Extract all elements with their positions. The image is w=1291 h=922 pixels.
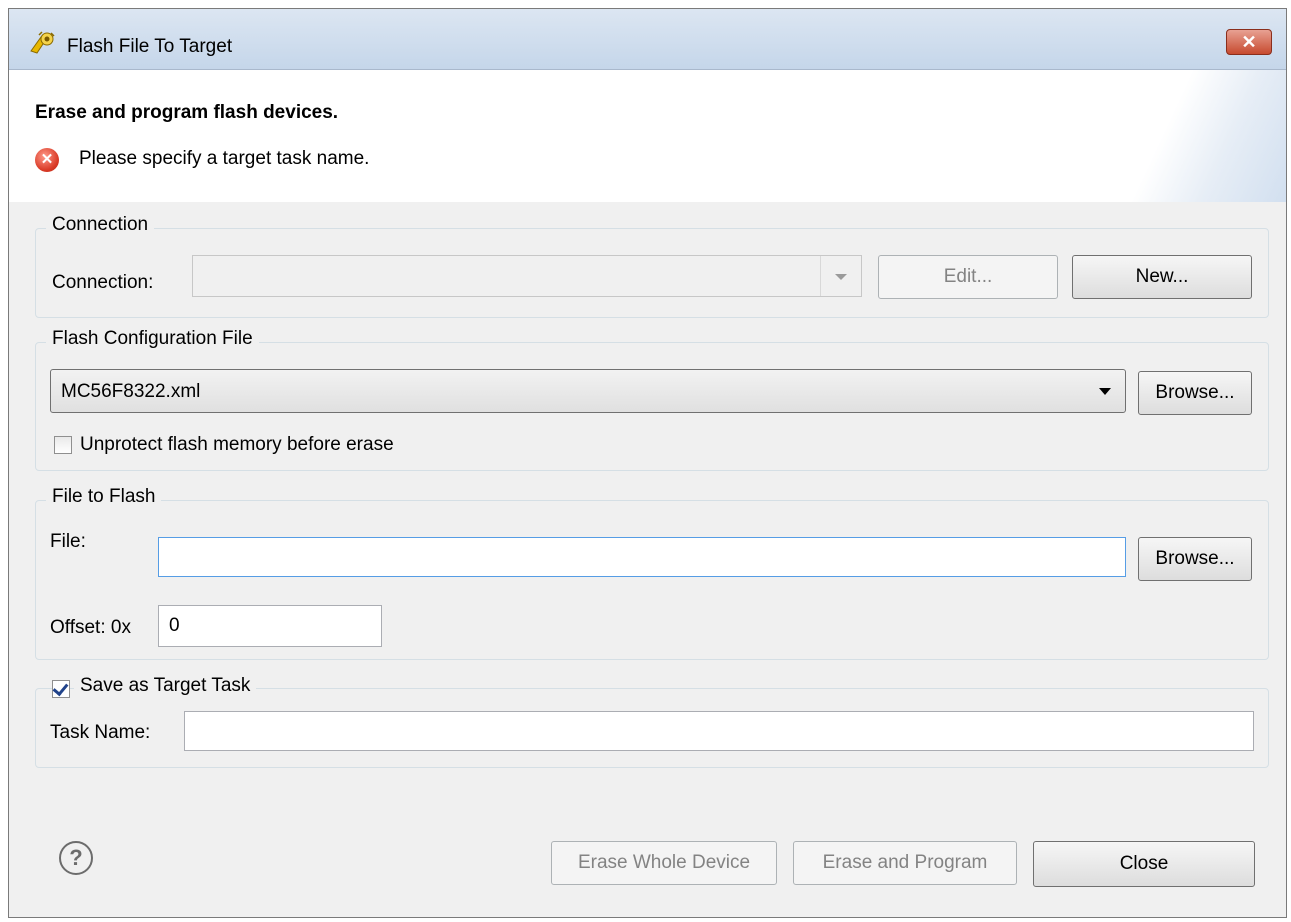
help-button[interactable]: ?: [59, 841, 93, 875]
target-task-group: Save as Target Task Task Name:: [35, 675, 1269, 768]
title-bar: Flash File To Target ✕: [9, 9, 1286, 70]
connection-dropdown-arrow[interactable]: [820, 256, 861, 296]
flash-config-value: MC56F8322.xml: [61, 381, 201, 402]
edit-connection-button[interactable]: Edit...: [878, 255, 1058, 299]
file-browse-button[interactable]: Browse...: [1138, 537, 1252, 581]
flash-config-group-label: Flash Configuration File: [46, 328, 259, 350]
connection-group-label: Connection: [46, 214, 155, 236]
connection-select[interactable]: [192, 255, 862, 297]
flash-config-group: Flash Configuration File MC56F8322.xml B…: [35, 328, 1269, 471]
file-to-flash-group-label: File to Flash: [46, 486, 162, 508]
connection-label: Connection:: [52, 272, 154, 293]
flash-config-select[interactable]: MC56F8322.xml: [50, 369, 1126, 413]
error-message: Please specify a target task name.: [79, 148, 370, 169]
erase-whole-device-button[interactable]: Erase Whole Device: [551, 841, 777, 885]
error-icon: ✕: [35, 148, 59, 172]
offset-input[interactable]: [158, 605, 382, 647]
help-icon: ?: [69, 845, 83, 870]
chevron-down-icon: [835, 274, 847, 280]
task-name-label: Task Name:: [50, 722, 151, 743]
unprotect-label: Unprotect flash memory before erase: [80, 434, 394, 455]
banner-title: Erase and program flash devices.: [35, 102, 339, 123]
file-to-flash-group: File to Flash File: Browse... Offset: 0x: [35, 486, 1269, 660]
new-connection-button[interactable]: New...: [1072, 255, 1252, 299]
offset-label: Offset: 0x: [50, 617, 131, 638]
task-name-input[interactable]: [184, 711, 1254, 751]
save-target-task-checkbox[interactable]: [52, 679, 70, 698]
close-icon: ✕: [1241, 32, 1257, 52]
banner-decoration: [1066, 70, 1286, 202]
window-close-button[interactable]: ✕: [1226, 29, 1272, 55]
window-title: Flash File To Target: [67, 36, 233, 57]
flash-config-browse-button[interactable]: Browse...: [1138, 371, 1252, 415]
unprotect-checkbox[interactable]: [54, 436, 72, 454]
save-target-task-label: Save as Target Task: [74, 675, 257, 697]
app-icon: [30, 31, 55, 54]
file-input[interactable]: [158, 537, 1126, 577]
connection-group: Connection Connection: Edit... New...: [35, 214, 1269, 318]
close-button[interactable]: Close: [1033, 841, 1255, 887]
chevron-down-icon: [1099, 388, 1111, 395]
check-icon: [52, 679, 69, 697]
erase-and-program-button[interactable]: Erase and Program: [793, 841, 1017, 885]
header-banner: Erase and program flash devices. ✕ Pleas…: [9, 70, 1286, 202]
flash-file-dialog: Flash File To Target ✕ Erase and program…: [8, 8, 1287, 918]
file-label: File:: [50, 531, 86, 552]
